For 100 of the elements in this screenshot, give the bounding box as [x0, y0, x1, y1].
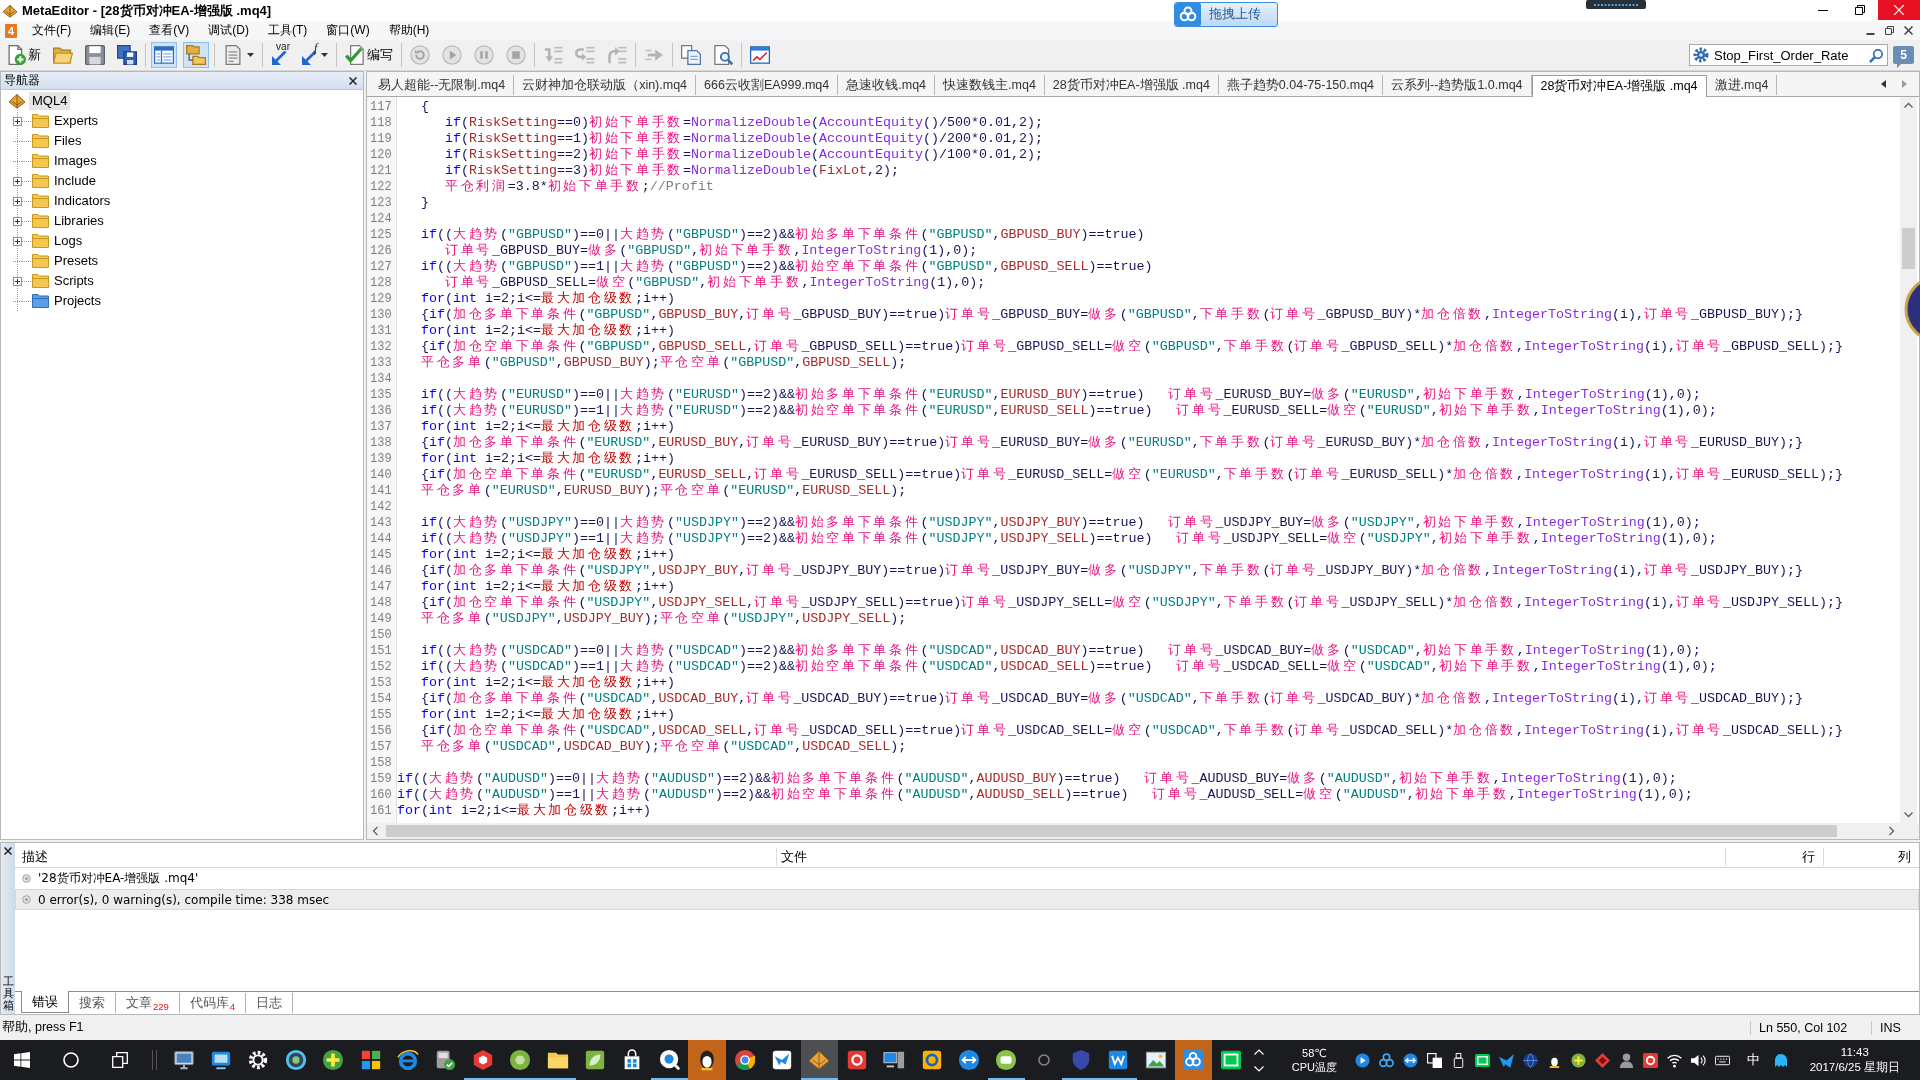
cloud-rings-icon[interactable]	[1378, 1052, 1394, 1068]
clock-date[interactable]: 2017/6/25 星期日	[1809, 1060, 1900, 1075]
two-pages-icon[interactable]	[1426, 1052, 1442, 1068]
new-button[interactable]: 新	[3, 42, 44, 68]
tree-item[interactable]: Projects	[51, 292, 104, 310]
expand-icon[interactable]	[13, 216, 22, 226]
taskbar-button[interactable]	[800, 1040, 839, 1080]
settings-icon[interactable]	[1693, 47, 1709, 63]
tree-item[interactable]: Logs	[51, 232, 86, 250]
menu-item[interactable]: 查看(V)	[139, 21, 199, 40]
close-icon[interactable]	[4, 847, 12, 855]
folder-icon	[32, 254, 49, 268]
gear-icon	[247, 1049, 270, 1071]
panel-tab[interactable]: 搜索	[69, 993, 116, 1013]
taskbar-button[interactable]	[1174, 1040, 1212, 1080]
taskbar-button[interactable]	[688, 1040, 726, 1080]
expand-icon[interactable]	[13, 276, 22, 286]
scrollbar-thumb[interactable]	[386, 825, 1837, 837]
panel-title: 导航器	[4, 72, 40, 89]
code-line: if((大趋势("USDJPY")==1||大趋势("USDJPY")==2)&&初始空单下单条件("USDJPY",USDJPY_SELL)==true) 订单号_USDJPY_SELL=做空("USDJPY",初始下单手数,IntegerToString(1),0);	[421, 531, 1717, 547]
globe-icon[interactable]	[1522, 1052, 1538, 1068]
upload-button[interactable]: 拖拽上传	[1174, 2, 1278, 27]
expand-icon[interactable]	[13, 176, 22, 186]
file-tab[interactable]: 28货币对冲EA-增强版 .mq4	[1531, 75, 1707, 97]
menu-item[interactable]: 文件(F)	[22, 21, 81, 40]
tv-tile-icon[interactable]	[1474, 1052, 1490, 1068]
compile-button[interactable]: 编写	[342, 42, 396, 68]
tree-item[interactable]: Images	[51, 152, 100, 170]
code-line: for(int i=2;i<=最大加仓级数;i++)	[421, 291, 676, 307]
input-method-button[interactable]: 中	[1741, 1048, 1766, 1072]
navigator-button[interactable]	[151, 42, 177, 68]
close-button[interactable]	[1878, 0, 1920, 20]
menu-item[interactable]: 窗口(W)	[316, 21, 379, 40]
bird-icon[interactable]	[1498, 1052, 1514, 1068]
file-tab[interactable]: 666云收割EA999.mq4	[696, 75, 839, 95]
caret-up-icon[interactable]	[1254, 1048, 1265, 1055]
save-button[interactable]	[82, 42, 108, 68]
code-line: if((大趋势("GBPUSD")==0||大趋势("GBPUSD")==2)&&初始多单下单条件("GBPUSD",GBPUSD_BUY)==true)	[421, 227, 1145, 243]
penguin-icon[interactable]	[1546, 1052, 1562, 1068]
panel-tab[interactable]: 错误	[21, 991, 69, 1013]
tree-item[interactable]: Include	[51, 172, 99, 190]
zigzag-tile-icon	[1107, 1049, 1130, 1071]
function-button[interactable]: f	[298, 42, 331, 68]
code-line: 平仓多单("USDCAD",USDCAD_BUY);平仓空单("USDCAD",USDCAD_SELL);	[421, 739, 907, 755]
tree-item[interactable]: Libraries	[51, 212, 107, 230]
panel-tab[interactable]: 代码库$_{4}$	[179, 993, 247, 1013]
file-tab[interactable]: 易人超能--无限制.mq4	[370, 75, 515, 95]
folder-icon	[32, 134, 49, 148]
file-tab[interactable]: 28货币对冲EA-增强版 .mq4	[1044, 75, 1219, 95]
file-tab[interactable]: 燕子趋势0.04-75-150.mq4	[1218, 75, 1384, 95]
clock-time[interactable]: 11:43	[1840, 1045, 1869, 1060]
column-header[interactable]: 列	[1823, 848, 1919, 866]
person-icon[interactable]	[1618, 1052, 1634, 1068]
tree-item[interactable]: Files	[51, 132, 85, 150]
wifi-icon[interactable]	[1666, 1052, 1682, 1068]
column-header[interactable]: 文件	[776, 848, 1725, 866]
output-row[interactable]: '28货币对冲EA-增强版 .mq4'	[15, 868, 1919, 889]
toolbox-button[interactable]	[183, 42, 209, 68]
tree-item[interactable]: MQL4	[29, 92, 71, 110]
folder-icon	[32, 114, 49, 128]
expand-icon[interactable]	[13, 236, 22, 246]
horizontal-scrollbar[interactable]	[367, 823, 1919, 839]
plus-circle-icon[interactable]	[1570, 1052, 1586, 1068]
expand-icon[interactable]	[13, 116, 22, 126]
menu-item[interactable]: 调试(D)	[198, 21, 258, 40]
close-icon[interactable]	[349, 76, 357, 85]
play-circle-icon[interactable]	[1354, 1052, 1370, 1068]
file-tab[interactable]: 激进.mq4	[1706, 75, 1778, 95]
search-field[interactable]: Stop_First_Order_Rate	[1689, 44, 1888, 66]
tree-item[interactable]: Scripts	[51, 272, 97, 290]
file-tab[interactable]: 云系列--趋势版1.0.mq4	[1383, 75, 1532, 95]
ring-tile-icon[interactable]	[1642, 1052, 1658, 1068]
search-icon[interactable]	[1869, 47, 1884, 63]
panel-tab[interactable]: 日志	[246, 993, 294, 1013]
speaker-icon[interactable]	[1690, 1052, 1706, 1068]
menu-item[interactable]: 帮助(H)	[378, 21, 439, 40]
folder-icon	[32, 194, 49, 208]
tree-item[interactable]: Experts	[51, 112, 102, 130]
file-tab[interactable]: 急速收钱.mq4	[838, 75, 936, 95]
scroll-left-icon[interactable]	[1881, 80, 1886, 88]
tree-item[interactable]: Presets	[51, 252, 102, 270]
panel-tab[interactable]: 文章$_{229}$	[116, 993, 180, 1013]
expand-icon[interactable]	[13, 196, 22, 206]
ghost-icon[interactable]	[1773, 1052, 1790, 1068]
diamond-icon[interactable]	[1594, 1052, 1610, 1068]
file-tab[interactable]: 快速数钱主.mq4	[935, 75, 1045, 95]
vertical-scrollbar[interactable]	[1900, 97, 1917, 823]
menu-item[interactable]: 工具(T)	[258, 21, 317, 40]
copy-button[interactable]	[678, 42, 704, 68]
scrollbar-thumb[interactable]	[1902, 228, 1915, 269]
variable-button[interactable]: var	[268, 42, 292, 68]
column-header[interactable]: 行	[1725, 848, 1823, 866]
caret-down-icon[interactable]	[1254, 1065, 1265, 1072]
output-row[interactable]: 0 error(s), 0 warning(s), compile time: 338 msec	[15, 889, 1919, 910]
column-header[interactable]: 描述	[15, 848, 776, 866]
menu-item[interactable]: 编辑(E)	[80, 21, 140, 40]
tree-item[interactable]: Indicators	[51, 192, 114, 210]
save-all-button[interactable]	[114, 42, 140, 68]
scroll-right-icon[interactable]	[1902, 80, 1907, 88]
file-tab[interactable]: 云财神加仓联动版（xin).mq4	[514, 75, 697, 95]
